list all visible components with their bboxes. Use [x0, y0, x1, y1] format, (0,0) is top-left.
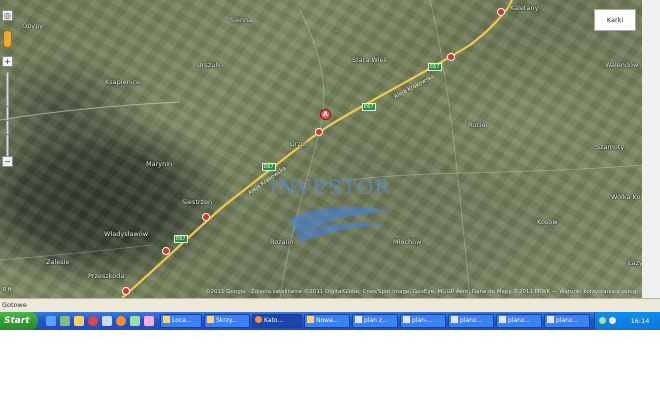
page-scrollbar[interactable] [642, 0, 660, 298]
window-icon [207, 316, 214, 323]
road-shield [497, 8, 505, 16]
euro-route-badge: E67 [362, 103, 376, 111]
minor-road [429, 0, 471, 298]
outlook-quicklaunch-icon[interactable] [74, 316, 84, 326]
system-tray: 16:14 [594, 312, 660, 330]
taskbar-item[interactable]: planz... [448, 314, 494, 328]
taskbar-item[interactable]: Nowa... [304, 314, 350, 328]
road-shield [162, 247, 170, 255]
place-label: Siestrzeń [182, 198, 213, 206]
euro-route-badge: E67 [262, 163, 276, 171]
image-file-icon [499, 316, 506, 323]
windows-taskbar: Start Loca... Skrzy... Kato... Nowa... p… [0, 312, 660, 330]
map-type-label: Karki [606, 16, 624, 24]
zoom-slider-track[interactable] [6, 72, 9, 164]
place-label: Kosów [537, 218, 558, 226]
taskbar-clock[interactable]: 16:14 [621, 312, 659, 330]
place-label: Ruciec [468, 121, 490, 129]
pegman-icon[interactable] [3, 30, 12, 48]
location-marker[interactable]: A [320, 109, 331, 120]
image-file-icon [547, 316, 554, 323]
watermark-text: INVESTOR [269, 175, 391, 199]
media-quicklaunch-icon[interactable] [88, 316, 98, 326]
zoom-in-button[interactable]: + [2, 56, 13, 67]
volume-tray-icon[interactable] [609, 317, 616, 324]
map-navigation-control: ◎ + − [2, 10, 14, 175]
euro-route-badge: E67 [174, 235, 188, 243]
start-button[interactable]: Start [0, 312, 38, 330]
road-shield [122, 287, 130, 295]
highway-line [121, 0, 513, 298]
window-icon [163, 316, 170, 323]
minor-road [0, 244, 151, 261]
place-label: Szamoty [596, 143, 625, 151]
taskbar-item[interactable]: plan-... [400, 314, 446, 328]
map-type-button[interactable]: Karki [594, 9, 636, 31]
place-label: Urszulin [197, 61, 224, 69]
network-tray-icon[interactable] [599, 317, 606, 324]
place-label: Ksaplenice [105, 78, 141, 86]
place-label: Przeszkoda [88, 272, 125, 280]
minor-road [279, 9, 325, 298]
folder-icon [307, 316, 314, 323]
place-label: Wólka Kosowska [611, 193, 642, 201]
firefox-icon [255, 316, 262, 323]
place-label: Kaletany [510, 4, 539, 12]
paint-quicklaunch-icon[interactable] [144, 316, 154, 326]
pan-control-icon[interactable]: ◎ [2, 10, 13, 21]
taskbar-item[interactable]: Skrzy... [204, 314, 250, 328]
ie-quicklaunch-icon[interactable] [46, 316, 56, 326]
image-file-icon [355, 316, 362, 323]
road-shield [447, 53, 455, 61]
place-label: Stara Wieś [352, 56, 387, 64]
place-label: Urzut [290, 140, 308, 148]
taskbar-item[interactable]: plan z... [352, 314, 398, 328]
explorer-quicklaunch-icon[interactable] [102, 316, 112, 326]
road-shield [315, 128, 323, 136]
place-label: Sienna [230, 16, 253, 24]
zoom-tick [5, 134, 10, 135]
scale-bar: 0 ft [3, 287, 12, 293]
browser-status-bar: Gotowe [0, 298, 660, 312]
place-label: Łazy [628, 259, 642, 267]
investor-watermark: INVESTOR [255, 175, 405, 245]
watermark-wave-icon [290, 206, 390, 243]
road-network [0, 0, 642, 298]
taskbar-item[interactable]: Loca... [160, 314, 202, 328]
zoom-tick [5, 106, 10, 107]
status-text: Gotowe [2, 301, 27, 309]
road-shield [202, 213, 210, 221]
place-label: Zalesie [46, 258, 70, 266]
map-attribution[interactable]: ©2011 Google · Zdjęcia satelitarne ©2011… [205, 289, 640, 295]
place-label: Opypy [22, 22, 44, 30]
place-label: Walendów [605, 61, 639, 69]
place-label: Władysławów [104, 230, 149, 238]
zoom-tick [5, 120, 10, 121]
taskbar-item[interactable]: planz... [544, 314, 590, 328]
desktop-quicklaunch-icon[interactable] [60, 316, 70, 326]
app-quicklaunch-icon[interactable] [130, 316, 140, 326]
minor-road [0, 101, 181, 121]
taskbar-item-active[interactable]: Kato... [252, 314, 302, 328]
image-file-icon [451, 316, 458, 323]
euro-route-badge: E67 [428, 63, 442, 71]
place-label: Marynin [146, 160, 173, 168]
firefox-quicklaunch-icon[interactable] [116, 316, 126, 326]
taskbar-item[interactable]: planz... [496, 314, 542, 328]
zoom-out-button[interactable]: − [2, 156, 13, 167]
image-file-icon [403, 316, 410, 323]
satellite-map[interactable]: Opypy Stara Wieś Kaletany Walendów Ksapl… [0, 0, 642, 298]
